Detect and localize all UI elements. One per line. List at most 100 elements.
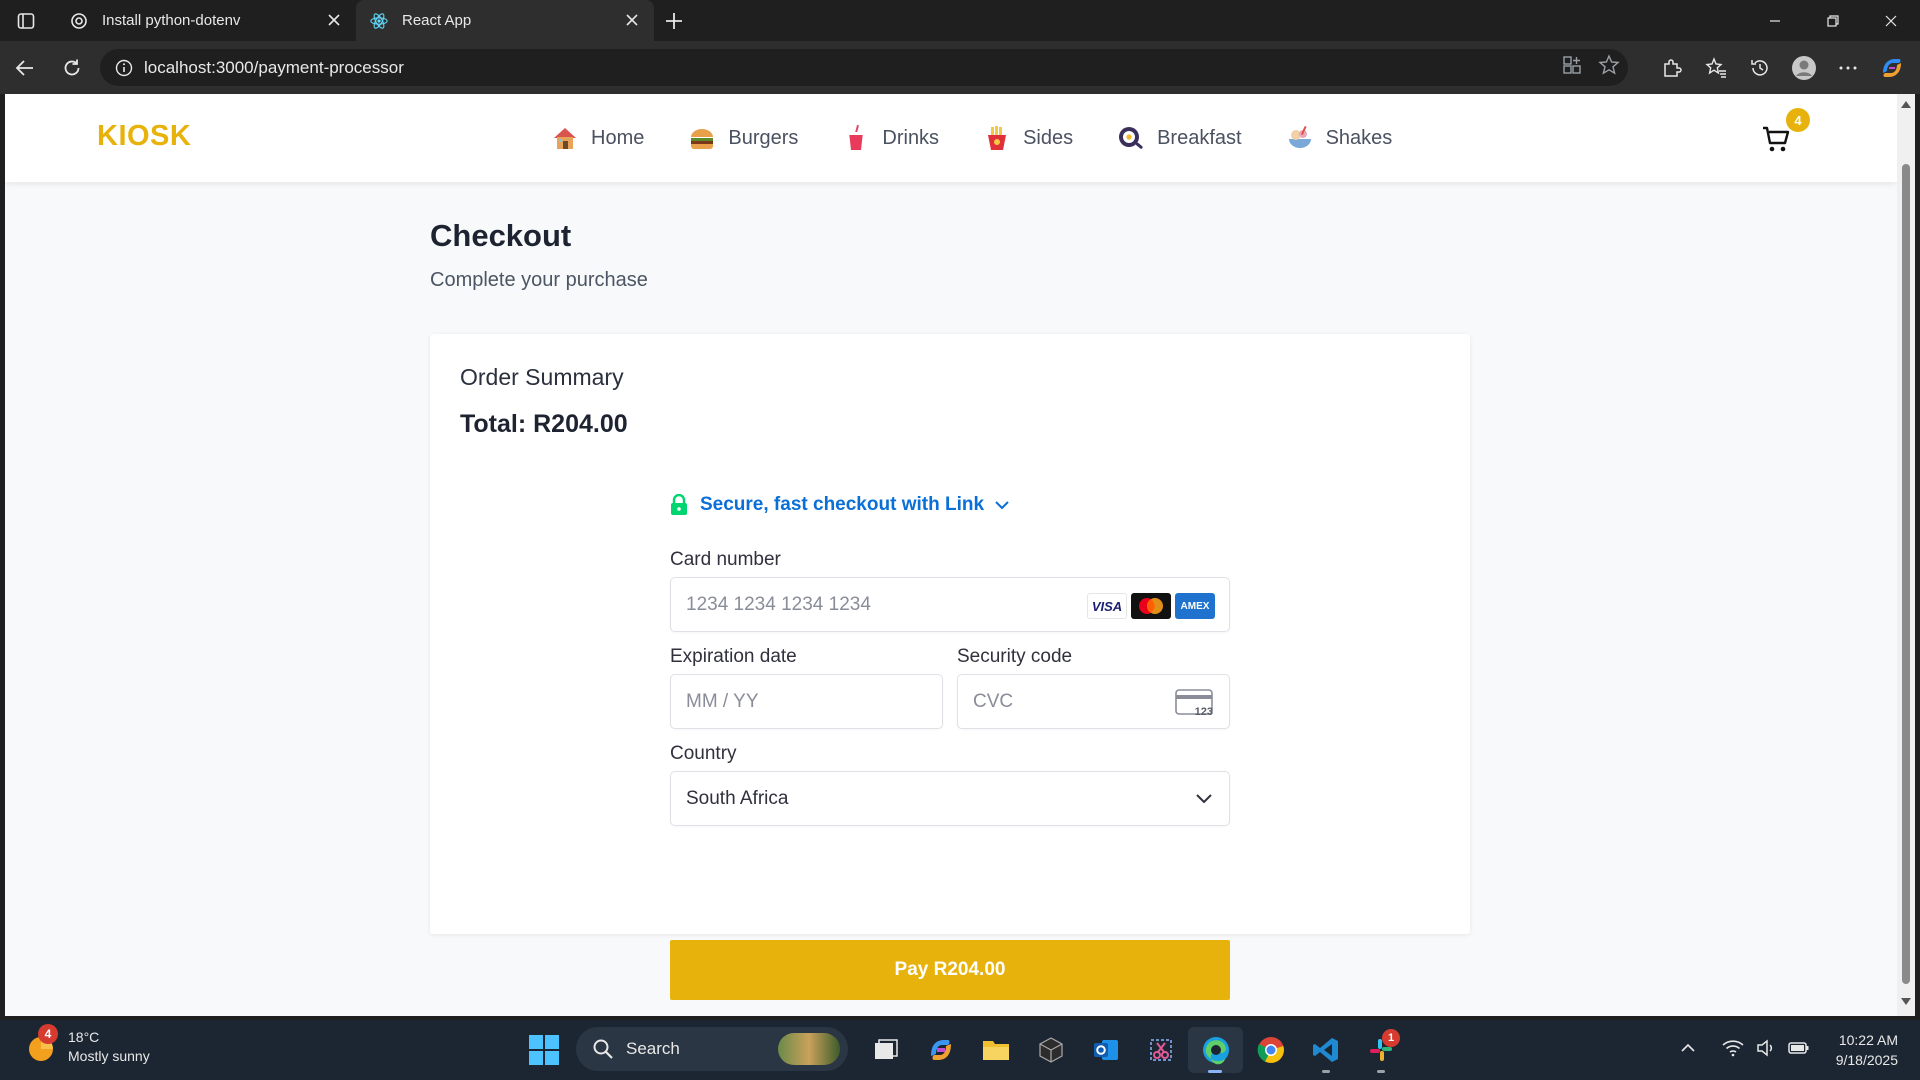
chevron-down-icon xyxy=(995,501,1009,510)
outlook-app[interactable] xyxy=(1078,1027,1133,1073)
minimize-icon xyxy=(1770,19,1780,22)
vscode-app[interactable] xyxy=(1298,1027,1353,1073)
edge-icon xyxy=(1202,1037,1229,1065)
page-title: Checkout xyxy=(430,218,572,253)
pay-button[interactable]: Pay R204.00 xyxy=(670,940,1230,1000)
back-arrow-icon xyxy=(15,59,33,76)
window-controls xyxy=(1746,0,1920,41)
link-checkout-toggle[interactable]: Secure, fast checkout with Link xyxy=(670,494,1010,516)
volume-icon[interactable] xyxy=(1756,1038,1776,1062)
site-info-icon[interactable] xyxy=(114,58,134,78)
copilot-button[interactable] xyxy=(1870,46,1914,90)
more-options-button[interactable] xyxy=(1826,46,1870,90)
weather-widget[interactable]: 4 18°C Mostly sunny xyxy=(24,1024,150,1066)
page-scrollbar[interactable] xyxy=(1897,94,1915,1016)
card-number-label: Card number xyxy=(670,549,781,570)
url-text: localhost:3000/payment-processor xyxy=(144,57,404,77)
scissors-icon xyxy=(1149,1039,1172,1061)
search-icon xyxy=(593,1039,613,1059)
chevron-down-icon xyxy=(1196,794,1212,804)
drink-icon xyxy=(842,124,870,152)
windows-taskbar: 4 18°C Mostly sunny Search 1 10:22 AM 9/… xyxy=(0,1020,1920,1080)
puzzle-icon xyxy=(1664,58,1682,77)
search-label: Search xyxy=(626,1039,680,1058)
expiry-placeholder: MM / YY xyxy=(686,690,759,712)
cart-count-badge: 4 xyxy=(1786,108,1810,132)
nav-item-sides[interactable]: Sides xyxy=(983,124,1073,152)
nav-item-breakfast[interactable]: Breakfast xyxy=(1117,124,1242,152)
cart-button[interactable] xyxy=(1761,124,1791,154)
tab-actions-icon xyxy=(17,12,35,29)
pan-icon xyxy=(1117,124,1145,152)
amex-icon: AMEX xyxy=(1175,593,1215,619)
close-window-button[interactable] xyxy=(1862,0,1920,41)
edge-app[interactable] xyxy=(1188,1027,1243,1073)
country-select[interactable]: South Africa xyxy=(670,771,1230,826)
nav-item-burgers[interactable]: Burgers xyxy=(688,124,798,152)
toolbar-icons xyxy=(1650,41,1920,94)
copilot-icon xyxy=(1883,58,1901,77)
card-number-input[interactable]: 1234 1234 1234 1234 VISA AMEX xyxy=(670,577,1230,632)
minimize-button[interactable] xyxy=(1746,0,1804,41)
wifi-icon[interactable] xyxy=(1722,1039,1744,1062)
folder-icon xyxy=(982,1041,1009,1060)
favorite-star-icon[interactable] xyxy=(1598,54,1620,81)
scroll-up-arrow-icon[interactable] xyxy=(1900,98,1912,110)
svg-text:123: 123 xyxy=(1195,706,1213,718)
extensions-button[interactable] xyxy=(1650,46,1694,90)
copilot-app[interactable] xyxy=(913,1027,968,1073)
history-button[interactable] xyxy=(1738,46,1782,90)
scroll-thumb[interactable] xyxy=(1902,164,1910,984)
nav-item-drinks[interactable]: Drinks xyxy=(842,124,939,152)
page-subtitle: Complete your purchase xyxy=(430,269,648,291)
taskbar-clock[interactable]: 10:22 AM 9/18/2025 xyxy=(1836,1030,1898,1070)
taskbar-search[interactable]: Search xyxy=(576,1027,848,1071)
chrome-app[interactable] xyxy=(1243,1027,1298,1073)
reload-button[interactable] xyxy=(50,46,94,90)
expiry-input[interactable]: MM / YY xyxy=(670,674,943,729)
slack-app[interactable]: 1 xyxy=(1353,1027,1408,1073)
cube-icon xyxy=(1038,1037,1063,1063)
security-code-placeholder: CVC xyxy=(973,690,1014,712)
battery-icon[interactable] xyxy=(1788,1040,1810,1061)
active-indicator xyxy=(1208,1070,1222,1073)
favorites-button[interactable] xyxy=(1694,46,1738,90)
country-label: Country xyxy=(670,743,737,764)
start-button[interactable] xyxy=(528,1034,560,1066)
app-available-icon[interactable] xyxy=(1562,55,1582,80)
show-hidden-icons-chevron-up-icon[interactable] xyxy=(1680,1040,1696,1061)
running-indicator xyxy=(1322,1070,1330,1073)
running-indicator xyxy=(1377,1070,1385,1073)
nav-item-home[interactable]: Home xyxy=(551,124,644,152)
tab-install-python-dotenv[interactable]: Install python-dotenv xyxy=(56,0,356,41)
back-button[interactable] xyxy=(3,46,47,90)
brand-logo[interactable]: KIOSK xyxy=(97,120,191,153)
tab-react-app[interactable]: React App xyxy=(356,0,654,41)
profile-button[interactable] xyxy=(1782,46,1826,90)
ellipsis-icon xyxy=(1839,66,1857,69)
nav-item-label: Drinks xyxy=(882,126,940,149)
react-icon xyxy=(370,12,388,30)
close-tab-icon[interactable] xyxy=(622,10,642,30)
slack-notification-badge: 1 xyxy=(1382,1029,1400,1047)
dev-tool-app[interactable] xyxy=(1023,1027,1078,1073)
snipping-tool-app[interactable] xyxy=(1133,1027,1188,1073)
taskbar-apps: 1 xyxy=(858,1027,1408,1073)
task-view-button[interactable] xyxy=(858,1027,913,1073)
lock-icon xyxy=(671,494,687,515)
restore-button[interactable] xyxy=(1804,0,1862,41)
close-tab-icon[interactable] xyxy=(324,10,344,30)
new-tab-button[interactable] xyxy=(654,0,694,41)
tab-actions-button[interactable] xyxy=(0,0,52,41)
plus-icon xyxy=(666,12,682,29)
nav-item-shakes[interactable]: Shakes xyxy=(1286,124,1392,152)
tab-title: React App xyxy=(402,12,472,29)
fries-icon xyxy=(983,124,1011,152)
address-bar[interactable]: localhost:3000/payment-processor xyxy=(100,49,1628,86)
security-code-input[interactable]: CVC 123 xyxy=(957,674,1230,729)
browser-tab-bar: Install python-dotenv React App xyxy=(0,0,1920,41)
scroll-down-arrow-icon[interactable] xyxy=(1900,996,1912,1008)
country-value: South Africa xyxy=(686,787,789,809)
file-explorer-app[interactable] xyxy=(968,1027,1023,1073)
order-summary-heading: Order Summary xyxy=(460,364,624,390)
